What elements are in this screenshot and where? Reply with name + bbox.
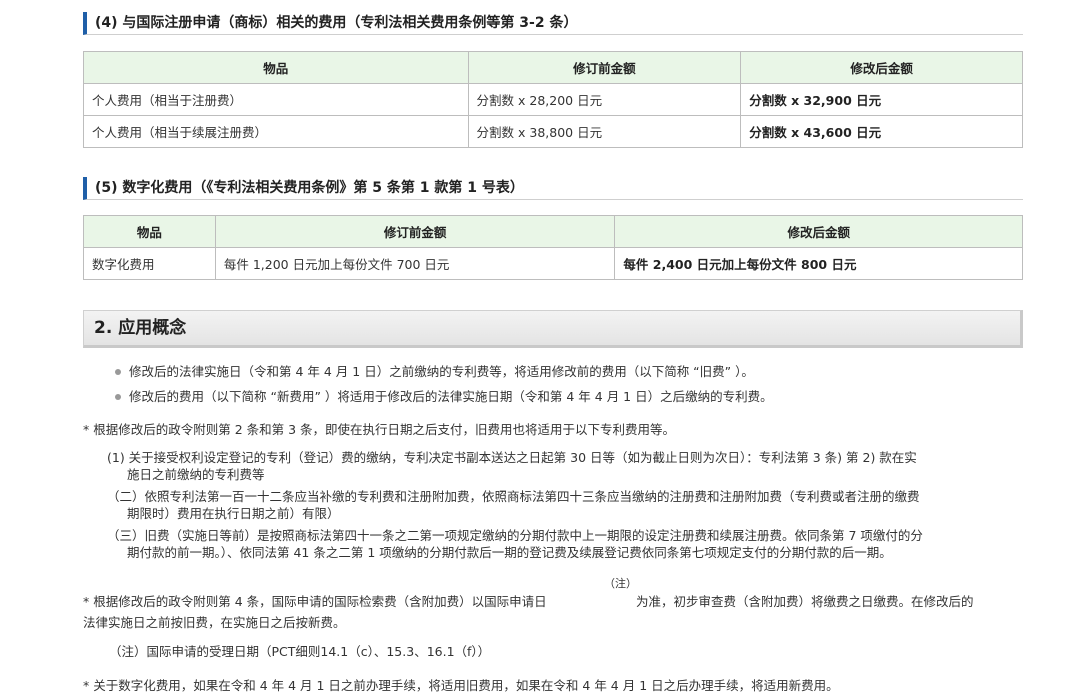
list-item-line: 期付款的前一期。）、依同法第 41 条之二第 1 项缴纳的分期付款后一期的登记费… (127, 545, 892, 560)
note-3: * 关于数字化费用，如果在令和 4 年 4 月 1 日之前办理手续，将适用旧费用… (83, 678, 839, 693)
header-before: 修订前金额 (214, 215, 616, 248)
header-before: 修订前金额 (467, 51, 742, 84)
header-after: 修改后金额 (740, 51, 1023, 84)
note-2-part-c: 法律实施日之前按旧费，在实施日之后按新费。 (83, 615, 346, 630)
section-4-title: (4) 与国际注册申请（商标）相关的费用（专利法相关费用条例等第 3-2 条） (83, 12, 1023, 35)
section-5: (5) 数字化费用（《专利法相关费用条例》第 5 条第 1 款第 1 号表） (83, 177, 1023, 200)
list-item: （三）旧费（实施日等前）是按照商标法第四十一条之二第一项规定缴纳的分期付款中上一… (107, 527, 1022, 561)
section-4: (4) 与国际注册申请（商标）相关的费用（专利法相关费用条例等第 3-2 条） (83, 12, 1023, 35)
list-item-line: 期限时）费用在执行日期之前）有限） (127, 506, 340, 521)
cell-after: 每件 2,400 日元加上每份文件 800 日元 (614, 247, 1023, 280)
header-after: 修改后金额 (614, 215, 1023, 248)
bullet-text: 修改后的费用（以下简称 “新费用” ）将适用于修改后的法律实施日期（令和第 4 … (129, 389, 773, 404)
section-4-table: 物品 修订前金额 修改后金额 个人费用（相当于注册费） 分割数 x 28,200… (83, 51, 1023, 148)
list-item-line: (1) 关于接受权利设定登记的专利（登记）费的缴纳，专利决定书副本送达之日起第 … (107, 450, 917, 465)
cell-after: 分割数 x 32,900 日元 (740, 83, 1023, 116)
cell-before: 每件 1,200 日元加上每份文件 700 日元 (214, 247, 616, 280)
note-2-part-a: * 根据修改后的政令附则第 4 条，国际申请的国际检索费（含附加费）以国际申请日 (83, 594, 547, 609)
section-5-table: 物品 修订前金额 修改后金额 数字化费用 每件 1,200 日元加上每份文件 7… (83, 215, 1023, 280)
list-item: (1) 关于接受权利设定登记的专利（登记）费的缴纳，专利决定书副本送达之日起第 … (107, 449, 1022, 483)
list-item: （二）依照专利法第一百一十二条应当补缴的专利费和注册附加费，依照商标法第四十三条… (107, 488, 1022, 522)
note-detail: （注）国际申请的受理日期（PCT细则14.1（c）、15.3、16.1（f）） (109, 644, 491, 659)
bullet-dot-icon (115, 368, 121, 375)
note-superscript: （注） (604, 577, 637, 590)
bullet-item: 修改后的法律实施日（令和第 4 年 4 月 1 日）之前缴纳的专利费等，将适用修… (115, 361, 754, 380)
list-item-line: （二）依照专利法第一百一十二条应当补缴的专利费和注册附加费，依照商标法第四十三条… (107, 489, 920, 504)
table-header-row: 物品 修订前金额 修改后金额 (83, 215, 1023, 248)
cell-before: 分割数 x 38,800 日元 (467, 115, 742, 148)
list-item-line: 施日之前缴纳的专利费等 (127, 467, 265, 482)
cell-item: 个人费用（相当于续展注册费） (83, 115, 469, 148)
section-5-table-wrap: 物品 修订前金额 修改后金额 数字化费用 每件 1,200 日元加上每份文件 7… (83, 215, 1023, 280)
list-item-line: （三）旧费（实施日等前）是按照商标法第四十一条之二第一项规定缴纳的分期付款中上一… (107, 528, 923, 543)
table-row: 数字化费用 每件 1,200 日元加上每份文件 700 日元 每件 2,400 … (83, 247, 1023, 280)
table-header-row: 物品 修订前金额 修改后金额 (83, 51, 1023, 84)
bullet-item: 修改后的费用（以下简称 “新费用” ）将适用于修改后的法律实施日期（令和第 4 … (115, 386, 773, 405)
bullet-text: 修改后的法律实施日（令和第 4 年 4 月 1 日）之前缴纳的专利费等，将适用修… (129, 364, 754, 379)
section-4-table-wrap: 物品 修订前金额 修改后金额 个人费用（相当于注册费） 分割数 x 28,200… (83, 51, 1023, 148)
cell-after: 分割数 x 43,600 日元 (740, 115, 1023, 148)
bullet-dot-icon (115, 393, 121, 400)
table-row: 个人费用（相当于续展注册费） 分割数 x 38,800 日元 分割数 x 43,… (83, 115, 1023, 148)
concept-heading: 2. 应用概念 (83, 310, 1023, 348)
note-2-part-b: 为准，初步审查费（含附加费）将缴费之日缴费。在修改后的 (636, 594, 974, 609)
note-1: * 根据修改后的政令附则第 2 条和第 3 条，即使在执行日期之后支付，旧费用也… (83, 422, 676, 437)
section-5-title: (5) 数字化费用（《专利法相关费用条例》第 5 条第 1 款第 1 号表） (83, 177, 1023, 200)
table-row: 个人费用（相当于注册费） 分割数 x 28,200 日元 分割数 x 32,90… (83, 83, 1023, 116)
cell-before: 分割数 x 28,200 日元 (467, 83, 742, 116)
header-item: 物品 (83, 215, 216, 248)
cell-item: 数字化费用 (83, 247, 216, 280)
header-item: 物品 (83, 51, 469, 84)
cell-item: 个人费用（相当于注册费） (83, 83, 469, 116)
